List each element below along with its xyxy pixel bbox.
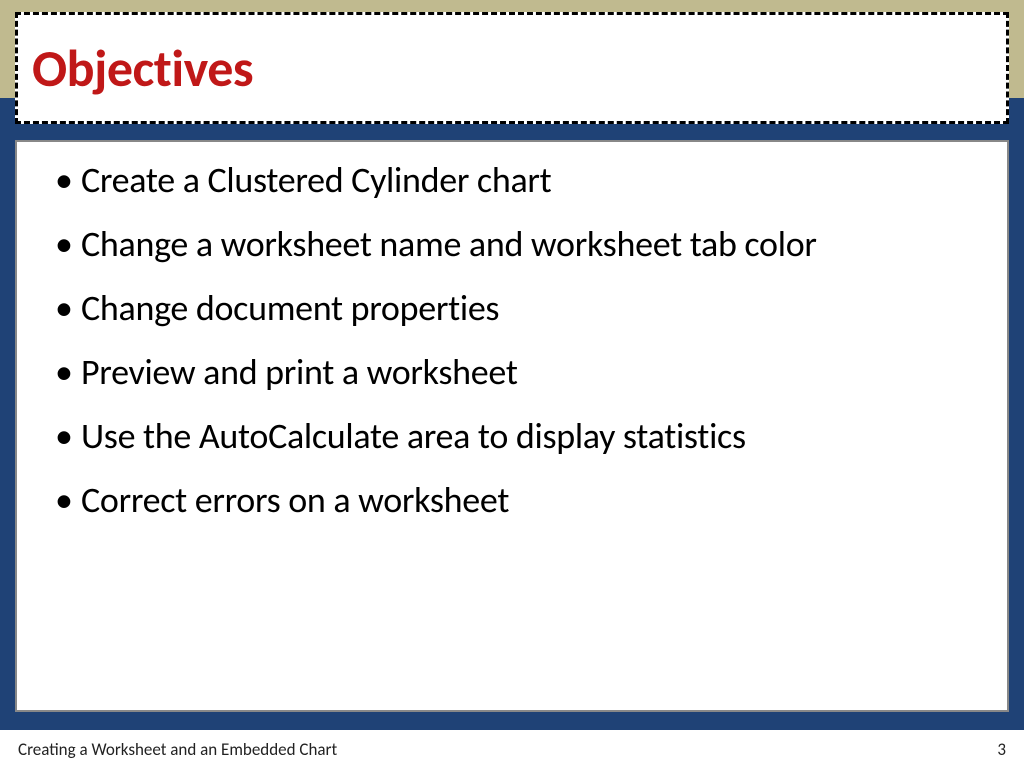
list-item: Create a Clustered Cylinder chart	[47, 157, 977, 203]
footer-text: Creating a Worksheet and an Embedded Cha…	[18, 739, 337, 760]
list-item: Use the AutoCalculate area to display st…	[47, 413, 977, 459]
footer: Creating a Worksheet and an Embedded Cha…	[0, 730, 1024, 768]
list-item: Change a worksheet name and worksheet ta…	[47, 221, 977, 267]
title-box: Objectives	[15, 12, 1009, 124]
slide: Objectives Create a Clustered Cylinder c…	[0, 0, 1024, 768]
bullet-list: Create a Clustered Cylinder chart Change…	[47, 157, 977, 523]
page-number: 3	[997, 739, 1006, 760]
list-item: Correct errors on a worksheet	[47, 477, 977, 523]
slide-title: Objectives	[32, 36, 253, 100]
content-box: Create a Clustered Cylinder chart Change…	[15, 140, 1009, 712]
list-item: Preview and print a worksheet	[47, 349, 977, 395]
list-item: Change document properties	[47, 285, 977, 331]
